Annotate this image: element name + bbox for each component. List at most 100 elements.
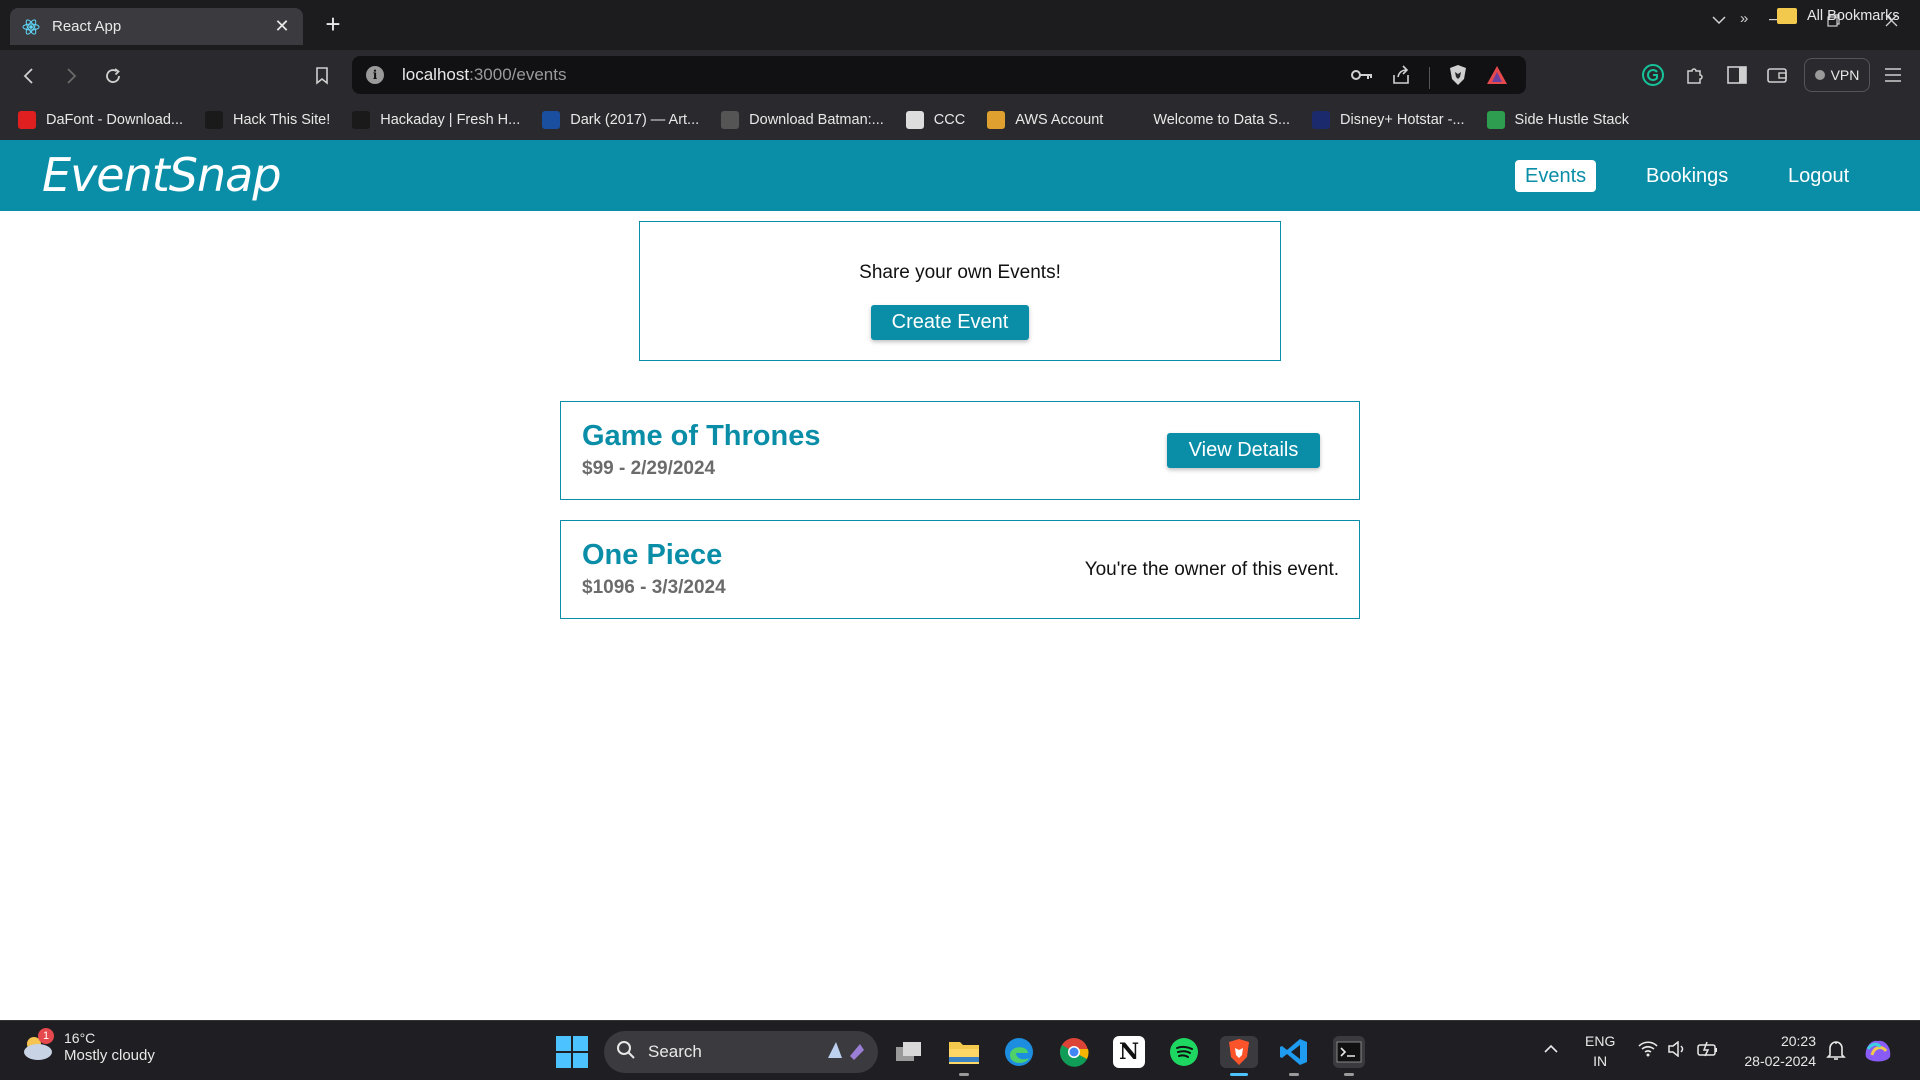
wallet-icon[interactable]: [1764, 62, 1790, 88]
running-indicator: [1289, 1073, 1299, 1076]
site-info-icon[interactable]: i: [366, 66, 384, 84]
bookmark-icon[interactable]: [308, 62, 336, 90]
system-clock[interactable]: 20:23 28-02-2024: [1738, 1031, 1816, 1071]
hotstar-icon: [1312, 111, 1331, 129]
bookmark-item[interactable]: Dark (2017) — Art...: [542, 111, 699, 129]
sidebar-icon[interactable]: [1724, 62, 1750, 88]
notion-icon[interactable]: N: [1113, 1036, 1145, 1068]
bookmark-item[interactable]: Hack This Site!: [205, 111, 330, 129]
bookmark-item[interactable]: AWS Account: [987, 111, 1103, 129]
url-text: localhost:3000/events: [402, 65, 567, 84]
nav-logout-link[interactable]: Logout: [1778, 160, 1859, 192]
task-view-icon[interactable]: [893, 1036, 925, 1068]
browser-tab[interactable]: React App ✕: [10, 8, 303, 45]
edx-icon: [1125, 111, 1144, 129]
owner-notice: You're the owner of this event.: [1084, 559, 1339, 580]
close-tab-icon[interactable]: ✕: [273, 16, 291, 36]
notification-bell-icon[interactable]: [1826, 1039, 1846, 1064]
bookmarks-bar: DaFont - Download... Hack This Site! Hacka…: [0, 100, 1920, 140]
app-logo[interactable]: EventSnap: [42, 148, 282, 202]
cloud-sun-icon: 1: [20, 1028, 56, 1062]
react-icon: [22, 18, 40, 36]
create-event-button[interactable]: Create Event: [871, 305, 1029, 340]
gear-icon: [721, 111, 740, 129]
tray-overflow-chevron-icon[interactable]: [1543, 1041, 1559, 1057]
event-price-date: $1096 - 3/3/2024: [582, 577, 726, 598]
battery-charging-icon[interactable]: [1697, 1041, 1719, 1060]
bookmark-label: CCC: [933, 112, 966, 128]
nav-bookings-link[interactable]: Bookings: [1636, 160, 1738, 192]
hackaday-icon: [352, 111, 371, 129]
view-details-button[interactable]: View Details: [1167, 433, 1320, 468]
all-bookmarks-label: All Bookmarks: [1807, 8, 1900, 24]
sheet-icon: [1486, 111, 1505, 129]
vpn-status-icon: [1814, 70, 1825, 80]
wifi-icon[interactable]: [1638, 1041, 1658, 1060]
grammarly-icon[interactable]: [1640, 62, 1666, 88]
bookmark-item[interactable]: DaFont - Download...: [18, 111, 183, 129]
create-event-panel: Share your own Events! Create Event: [639, 221, 1281, 361]
vpn-label: VPN: [1830, 67, 1860, 83]
more-bookmarks-chevron-icon[interactable]: »: [1740, 10, 1748, 27]
region-code: IN: [1593, 1053, 1608, 1069]
dark-icon: [542, 111, 561, 129]
vpn-button[interactable]: VPN: [1804, 58, 1870, 92]
bookmark-label: AWS Account: [1015, 112, 1104, 128]
search-highlight-icon: [824, 1038, 868, 1067]
weather-condition: Mostly cloudy: [64, 1047, 155, 1064]
brave-rewards-icon[interactable]: [1486, 65, 1508, 90]
tab-search-chevron-icon[interactable]: [1704, 8, 1734, 32]
extensions-icon[interactable]: [1682, 62, 1708, 88]
edge-browser-icon[interactable]: [1003, 1036, 1035, 1068]
all-bookmarks-button[interactable]: All Bookmarks: [1777, 8, 1900, 24]
tab-title: React App: [52, 18, 122, 35]
nav-events-link[interactable]: Events: [1515, 160, 1597, 192]
brave-shield-icon[interactable]: [1448, 64, 1468, 91]
share-icon[interactable]: [1391, 65, 1411, 90]
input-language-indicator[interactable]: ENG IN: [1585, 1031, 1615, 1071]
event-card: One Piece $1096 - 3/3/2024 You're the ow…: [560, 520, 1360, 619]
brave-browser-icon[interactable]: [1220, 1036, 1258, 1068]
app-header: EventSnap Events Bookings Logout: [0, 140, 1920, 211]
chrome-icon[interactable]: [1058, 1036, 1090, 1068]
copilot-icon[interactable]: [1862, 1035, 1894, 1068]
file-explorer-icon[interactable]: [948, 1036, 980, 1068]
new-tab-icon[interactable]: +: [320, 11, 346, 38]
ccc-icon: [905, 111, 924, 129]
browser-toolbar: i localhost:3000/events VPN: [0, 50, 1920, 100]
bookmark-item[interactable]: Disney+ Hotstar -...: [1312, 111, 1465, 129]
forward-arrow-icon[interactable]: [57, 62, 85, 90]
key-icon[interactable]: [1351, 68, 1373, 87]
back-arrow-icon[interactable]: [15, 62, 43, 90]
event-title: Game of Thrones: [582, 420, 821, 452]
clock-time: 20:23: [1780, 1033, 1816, 1049]
vscode-icon[interactable]: [1278, 1036, 1310, 1068]
weather-widget[interactable]: 1 16°C Mostly cloudy: [20, 1028, 155, 1065]
bookmark-label: Disney+ Hotstar -...: [1340, 112, 1465, 128]
windows-taskbar: 1 16°C Mostly cloudy Search N ENG IN 20:…: [0, 1020, 1920, 1080]
bookmark-item[interactable]: Welcome to Data S...: [1125, 111, 1290, 129]
aws-box-icon: [987, 111, 1006, 129]
dafont-icon: [18, 111, 36, 129]
bookmark-item[interactable]: CCC: [905, 111, 966, 129]
language-code: ENG: [1585, 1033, 1616, 1049]
bookmark-label: Dark (2017) — Art...: [570, 112, 700, 128]
share-prompt-text: Share your own Events!: [859, 262, 1061, 283]
terminal-icon[interactable]: [1333, 1036, 1365, 1068]
clock-date: 28-02-2024: [1744, 1053, 1816, 1069]
taskbar-search-box[interactable]: Search: [604, 1031, 878, 1073]
bookmark-label: Hack This Site!: [233, 112, 331, 128]
bookmark-label: DaFont - Download...: [46, 112, 184, 128]
bookmark-item[interactable]: Hackaday | Fresh H...: [352, 111, 520, 129]
hamburger-menu-icon[interactable]: [1880, 62, 1906, 88]
bookmark-item[interactable]: Side Hustle Stack: [1486, 111, 1629, 129]
reload-icon[interactable]: [99, 62, 127, 90]
address-bar[interactable]: i localhost:3000/events: [352, 56, 1526, 94]
volume-icon[interactable]: [1667, 1040, 1687, 1060]
windows-start-icon[interactable]: [556, 1036, 588, 1068]
active-app-indicator: [1230, 1073, 1248, 1076]
spotify-icon[interactable]: [1168, 1036, 1200, 1068]
event-title: One Piece: [582, 539, 723, 571]
bookmark-item[interactable]: Download Batman:...: [721, 111, 884, 129]
event-card: Game of Thrones $99 - 2/29/2024 View Det…: [560, 401, 1360, 500]
